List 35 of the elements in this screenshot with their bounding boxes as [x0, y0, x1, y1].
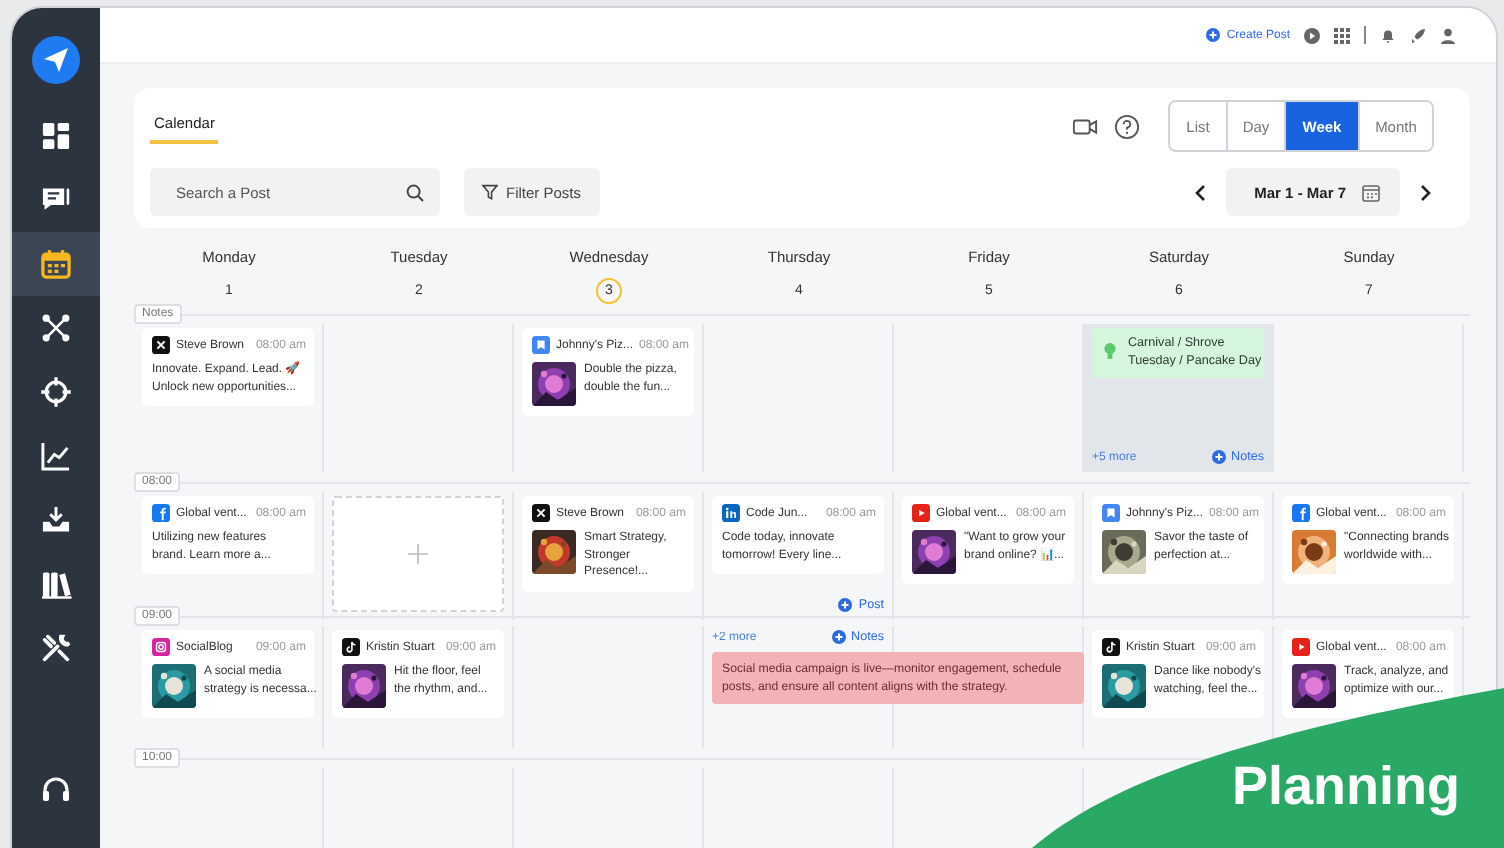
linkedin-icon	[722, 504, 740, 522]
search-icon	[406, 183, 424, 201]
plus-icon	[408, 544, 428, 564]
youtube-icon	[1292, 638, 1310, 656]
tools-icon	[38, 630, 74, 666]
headset-icon[interactable]	[40, 774, 72, 806]
apps-icon[interactable]	[1334, 27, 1350, 43]
play-icon[interactable]	[1304, 27, 1320, 43]
x-icon	[532, 504, 550, 522]
banner-label: Planning	[1232, 756, 1460, 818]
chart-icon	[38, 438, 74, 474]
plus-icon	[838, 598, 853, 612]
tiktok-icon	[342, 638, 360, 656]
logo-icon[interactable]	[32, 36, 80, 84]
youtube-icon	[912, 504, 930, 522]
plus-icon	[831, 630, 846, 644]
calendar-icon	[38, 246, 74, 282]
facebook-icon	[1292, 504, 1310, 522]
lightbulb-icon	[1102, 342, 1118, 360]
facebook-icon	[152, 504, 170, 522]
dashboard-icon	[38, 118, 74, 154]
tiktok-icon	[1102, 638, 1120, 656]
target-icon	[38, 374, 74, 410]
user-icon[interactable]	[1440, 27, 1456, 43]
bell-icon[interactable]	[1380, 27, 1396, 43]
plus-icon	[1211, 450, 1226, 464]
calendar-icon	[1362, 183, 1380, 201]
network-icon	[38, 310, 74, 346]
instagram-icon	[152, 638, 170, 656]
sidebar-item[interactable]	[12, 232, 100, 296]
plus-icon	[1206, 28, 1221, 42]
rocket-icon[interactable]	[1410, 27, 1426, 43]
x-icon	[152, 336, 170, 354]
help-icon[interactable]	[1114, 113, 1140, 139]
filter-icon	[482, 184, 498, 200]
